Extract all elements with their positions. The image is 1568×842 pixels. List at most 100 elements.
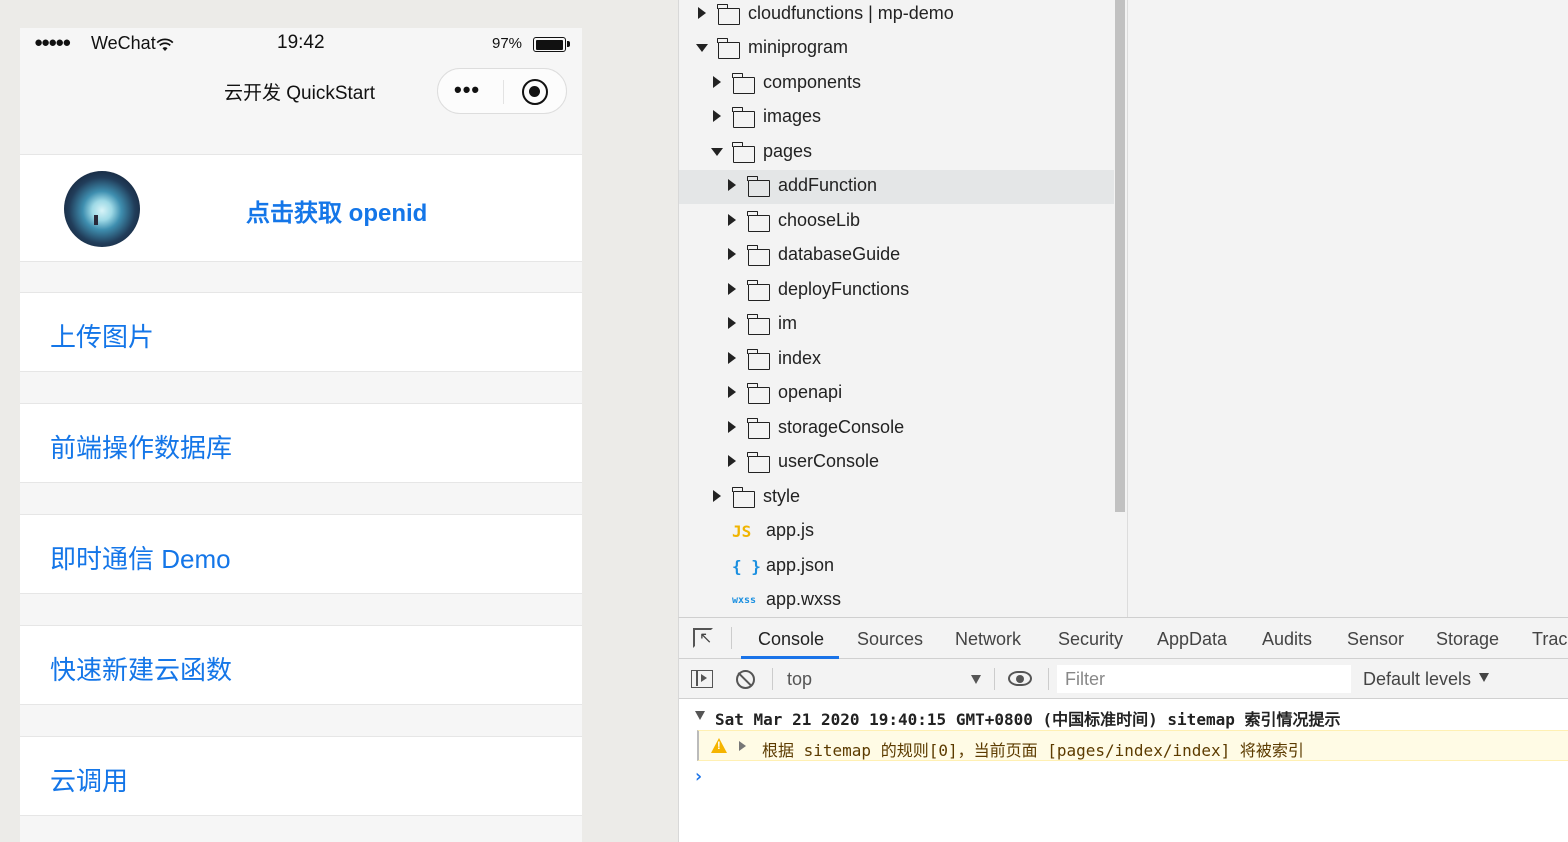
file-explorer-scrollbar[interactable] xyxy=(1114,0,1128,617)
chevron-right-icon[interactable] xyxy=(728,421,736,433)
tree-file[interactable]: wxss app.wxss xyxy=(679,584,1114,617)
capsule-divider xyxy=(503,80,504,104)
tab-audits[interactable]: Audits xyxy=(1262,629,1312,650)
tree-folder[interactable]: openapi xyxy=(679,377,1114,411)
menu-capsule: ••• xyxy=(437,68,567,114)
menu-item-label: 即时通信 Demo xyxy=(50,544,231,574)
chevron-right-icon[interactable] xyxy=(728,214,736,226)
tree-item-label: images xyxy=(763,106,822,126)
show-sidebar-icon[interactable] xyxy=(691,670,713,688)
tree-item-label: databaseGuide xyxy=(778,244,901,264)
inspect-element-icon[interactable] xyxy=(693,628,713,648)
chevron-right-icon[interactable] xyxy=(728,283,736,295)
menu-item-database[interactable]: 前端操作数据库 xyxy=(20,403,582,483)
tab-trace[interactable]: Trace xyxy=(1532,629,1568,650)
expand-triangle-icon[interactable] xyxy=(739,741,746,751)
cloud-folder-icon xyxy=(717,4,740,25)
phone-screen: ●●●●● WeChat 19:42 97% 云开发 QuickStart ••… xyxy=(20,28,582,842)
chevron-right-icon[interactable] xyxy=(728,386,736,398)
chevron-right-icon[interactable] xyxy=(713,490,721,502)
chevron-right-icon[interactable] xyxy=(728,248,736,260)
folder-icon xyxy=(747,349,770,370)
dropdown-caret-icon xyxy=(971,675,981,684)
chevron-right-icon[interactable] xyxy=(728,317,736,329)
tree-folder[interactable]: chooseLib xyxy=(679,205,1114,239)
log-warning-row: 根据 sitemap 的规则[0]，当前页面 [pages/index/inde… xyxy=(697,730,1568,761)
live-expression-eye-icon[interactable] xyxy=(1008,671,1032,686)
tab-console[interactable]: Console xyxy=(758,629,824,650)
menu-item-cloud-call[interactable]: 云调用 xyxy=(20,736,582,816)
editor-area xyxy=(1127,0,1568,617)
devtools-tabbar: Console Sources Network Security AppData… xyxy=(679,618,1568,659)
tree-folder[interactable]: index xyxy=(679,343,1114,377)
chevron-right-icon[interactable] xyxy=(728,179,736,191)
folder-icon xyxy=(732,73,755,94)
warning-text: 根据 sitemap 的规则[0]，当前页面 [pages/index/inde… xyxy=(762,741,1304,760)
tree-item-label: index xyxy=(778,348,822,368)
tree-folder[interactable]: miniprogram xyxy=(679,32,1114,66)
tab-appdata[interactable]: AppData xyxy=(1157,629,1227,650)
menu-item-new-cloud-function[interactable]: 快速新建云函数 xyxy=(20,625,582,705)
tree-item-label: storageConsole xyxy=(778,417,905,437)
tree-folder[interactable]: im xyxy=(679,308,1114,342)
tree-folder[interactable]: components xyxy=(679,67,1114,101)
tab-sources[interactable]: Sources xyxy=(857,629,923,650)
console-prompt[interactable]: › xyxy=(693,766,704,787)
divider xyxy=(1048,668,1049,690)
tree-folder[interactable]: style xyxy=(679,481,1114,515)
devtools-panel: Console Sources Network Security AppData… xyxy=(678,617,1568,842)
collapse-triangle-icon[interactable] xyxy=(695,711,705,720)
page-title: 云开发 QuickStart xyxy=(224,83,375,104)
menu-item-label: 云调用 xyxy=(50,766,129,796)
tree-folder[interactable]: images xyxy=(679,101,1114,135)
tree-item-label: app.wxss xyxy=(766,589,842,609)
tree-folder[interactable]: storageConsole xyxy=(679,412,1114,446)
tree-item-label: userConsole xyxy=(778,451,880,471)
chevron-right-icon[interactable] xyxy=(698,7,706,19)
tree-folder[interactable]: userConsole xyxy=(679,446,1114,480)
tab-sensor[interactable]: Sensor xyxy=(1347,629,1404,650)
menu-item-upload-image[interactable]: 上传图片 xyxy=(20,292,582,372)
more-icon[interactable]: ••• xyxy=(454,77,480,103)
tree-folder[interactable]: cloudfunctions | mp-demo xyxy=(679,0,1114,32)
clear-console-icon[interactable] xyxy=(736,670,755,689)
signal-icon: ●●●●● xyxy=(34,34,71,51)
console-toolbar: top Default levels xyxy=(679,659,1568,699)
tree-folder[interactable]: pages xyxy=(679,136,1114,170)
chevron-down-icon[interactable] xyxy=(696,44,708,52)
status-bar: ●●●●● WeChat 19:42 97% xyxy=(20,28,582,60)
tree-item-label: chooseLib xyxy=(778,210,861,230)
close-miniprogram-icon[interactable] xyxy=(522,79,548,105)
divider xyxy=(994,668,995,690)
chevron-down-icon[interactable] xyxy=(711,148,723,156)
tab-storage[interactable]: Storage xyxy=(1436,629,1499,650)
folder-icon xyxy=(747,383,770,404)
tree-item-label: miniprogram xyxy=(748,37,849,57)
tree-item-label: components xyxy=(763,72,862,92)
tab-security[interactable]: Security xyxy=(1058,629,1123,650)
tab-network[interactable]: Network xyxy=(955,629,1021,650)
user-card: 点击获取 openid xyxy=(20,154,582,262)
tree-folder[interactable]: databaseGuide xyxy=(679,239,1114,273)
menu-item-im-demo[interactable]: 即时通信 Demo xyxy=(20,514,582,594)
dropdown-caret-icon xyxy=(1479,673,1490,682)
log-levels-label: Default levels xyxy=(1363,669,1472,689)
battery-percent: 97% xyxy=(492,35,523,52)
log-group-header[interactable]: Sat Mar 21 2020 19:40:15 GMT+0800 (中国标准时… xyxy=(679,700,1568,730)
get-openid-button[interactable]: 点击获取 openid xyxy=(246,193,427,228)
avatar xyxy=(64,171,140,247)
chevron-right-icon[interactable] xyxy=(728,352,736,364)
console-filter-input[interactable] xyxy=(1057,665,1351,693)
file-type-icon: wxss xyxy=(732,595,757,606)
file-explorer: cloudfunctions | mp-demo miniprogram compo… xyxy=(678,0,1114,617)
chevron-right-icon[interactable] xyxy=(728,455,736,467)
tree-file[interactable]: { } app.json xyxy=(679,550,1114,584)
tree-folder[interactable]: addFunction xyxy=(679,170,1114,204)
tree-folder[interactable]: deployFunctions xyxy=(679,274,1114,308)
tree-file[interactable]: JS app.js xyxy=(679,515,1114,549)
chevron-right-icon[interactable] xyxy=(713,76,721,88)
folder-icon xyxy=(747,452,770,473)
log-levels-dropdown[interactable]: Default levels xyxy=(1363,669,1490,690)
context-selector[interactable]: top xyxy=(785,668,981,692)
chevron-right-icon[interactable] xyxy=(713,110,721,122)
